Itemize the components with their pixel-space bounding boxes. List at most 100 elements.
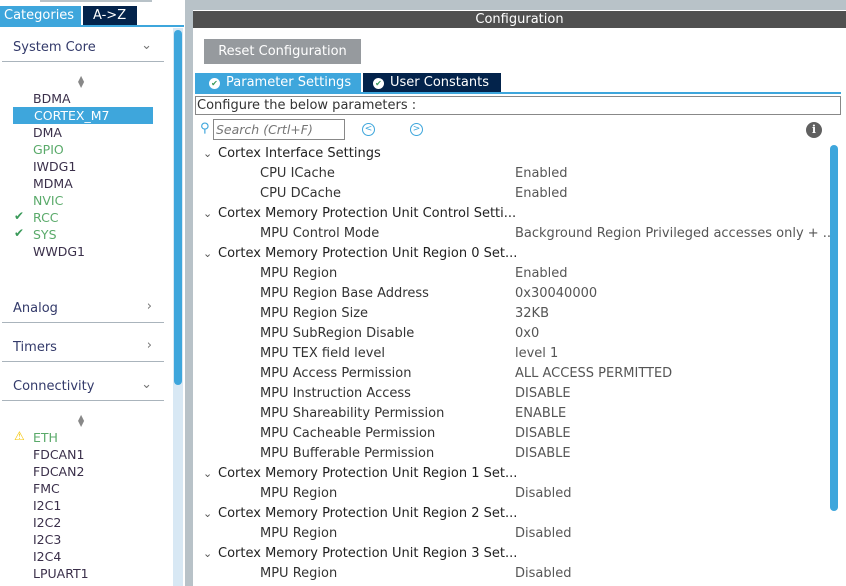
peripheral-bdma[interactable]: BDMA <box>33 90 71 107</box>
chevron-down-icon[interactable]: ⌄ <box>203 504 212 524</box>
parameter-group[interactable]: ⌄ Cortex Memory Protection Unit Region 2 … <box>195 504 825 524</box>
chevron-down-icon[interactable]: ⌄ <box>203 244 212 264</box>
parameter-name: MPU Region <box>260 486 338 501</box>
tab-user-constants[interactable]: ✔ User Constants <box>363 73 501 92</box>
peripheral-fdcan2[interactable]: FDCAN2 <box>33 463 84 480</box>
peripheral-i2c3[interactable]: I2C3 <box>33 531 61 548</box>
peripheral-sys[interactable]: SYS <box>33 226 57 243</box>
parameter-row[interactable]: MPU Instruction Access DISABLE <box>195 384 825 404</box>
parameter-row[interactable]: MPU Access Permission ALL ACCESS PERMITTE… <box>195 364 825 384</box>
peripheral-nvic[interactable]: NVIC <box>33 192 63 209</box>
parameter-row[interactable]: MPU Region Disabled <box>195 524 825 544</box>
tab-a-z[interactable]: A->Z <box>83 6 137 25</box>
next-result-icon[interactable]: > <box>410 123 423 136</box>
chevron-right-icon: › <box>146 299 152 314</box>
parameter-value[interactable]: DISABLE <box>515 384 571 404</box>
parameter-value[interactable]: Enabled <box>515 164 568 184</box>
parameter-row[interactable]: CPU DCache Enabled <box>195 184 825 204</box>
parameter-value[interactable]: 0x30040000 <box>515 284 597 304</box>
parameter-value[interactable]: Disabled <box>515 484 571 504</box>
group-label: Cortex Memory Protection Unit Region 3 S… <box>218 546 518 561</box>
peripheral-rcc[interactable]: RCC <box>33 209 59 226</box>
parameter-row[interactable]: MPU Cacheable Permission DISABLE <box>195 424 825 444</box>
category-timers[interactable]: Timers › <box>2 338 164 362</box>
category-connectivity[interactable]: Connectivity ⌄ <box>2 377 164 401</box>
parameter-name: MPU Bufferable Permission <box>260 446 435 461</box>
peripheral-wwdg1[interactable]: WWDG1 <box>33 243 85 260</box>
parameter-group[interactable]: ⌄ Cortex Memory Protection Unit Region 0 … <box>195 244 825 264</box>
parameter-group[interactable]: ⌄ Cortex Interface Settings <box>195 144 825 164</box>
peripheral-i2c2[interactable]: I2C2 <box>33 514 61 531</box>
check-icon: ✔ <box>14 226 25 240</box>
parameter-group[interactable]: ⌄ Cortex Memory Protection Unit Region 3 … <box>195 544 825 564</box>
parameter-row[interactable]: MPU SubRegion Disable 0x0 <box>195 324 825 344</box>
parameter-value[interactable]: Disabled <box>515 564 571 584</box>
peripheral-mdma[interactable]: MDMA <box>33 175 73 192</box>
parameter-name: MPU SubRegion Disable <box>260 326 415 341</box>
category-label: Analog <box>13 301 58 316</box>
left-scrollbar-thumb[interactable] <box>174 30 182 385</box>
parameter-value[interactable]: 0x0 <box>515 324 539 344</box>
parameter-value[interactable]: Enabled <box>515 264 568 284</box>
parameter-row[interactable]: MPU Bufferable Permission DISABLE <box>195 444 825 464</box>
tab-underline <box>195 92 841 94</box>
previous-result-icon[interactable]: < <box>362 123 375 136</box>
parameter-row[interactable]: MPU Region Enabled <box>195 264 825 284</box>
parameter-name: MPU Instruction Access <box>260 386 411 401</box>
parameter-value[interactable]: Enabled <box>515 184 568 204</box>
parameter-scrollbar[interactable] <box>830 145 838 511</box>
check-icon: ✔ <box>14 209 25 223</box>
peripheral-cortex_m7[interactable]: CORTEX_M7 <box>13 107 153 124</box>
sort-icon[interactable]: ▲ ▼ <box>78 414 84 428</box>
tab-categories[interactable]: Categories <box>0 6 81 25</box>
category-system-core[interactable]: System Core ⌄ <box>2 38 164 62</box>
parameter-row[interactable]: MPU Shareability Permission ENABLE <box>195 404 825 424</box>
parameter-name: MPU Region Size <box>260 306 369 321</box>
parameter-value[interactable]: 32KB <box>515 304 549 324</box>
parameter-row[interactable]: MPU TEX field level level 1 <box>195 344 825 364</box>
peripheral-dma[interactable]: DMA <box>33 124 62 141</box>
reset-configuration-button[interactable]: Reset Configuration <box>204 39 361 64</box>
parameter-group[interactable]: ⌄ Cortex Memory Protection Unit Control S… <box>195 204 825 224</box>
chevron-down-icon[interactable]: ⌄ <box>203 204 212 224</box>
parameter-row[interactable]: MPU Region Size 32KB <box>195 304 825 324</box>
panel-splitter[interactable] <box>185 0 193 586</box>
parameter-value[interactable]: ALL ACCESS PERMITTED <box>515 364 672 384</box>
parameter-value[interactable]: Disabled <box>515 524 571 544</box>
parameter-row[interactable]: MPU Region Disabled <box>195 564 825 584</box>
peripheral-i2c4[interactable]: I2C4 <box>33 548 61 565</box>
chevron-down-icon[interactable]: ⌄ <box>203 544 212 564</box>
parameter-value[interactable]: ENABLE <box>515 404 566 424</box>
chevron-down-icon[interactable]: ⌄ <box>203 144 212 164</box>
parameter-group[interactable]: ⌄ Cortex Memory Protection Unit Region 1 … <box>195 464 825 484</box>
parameter-name: MPU Region <box>260 566 338 581</box>
parameter-row[interactable]: MPU Control Mode Background Region Privil… <box>195 224 835 244</box>
parameter-value[interactable]: Background Region Privileged accesses on… <box>515 224 835 244</box>
peripheral-eth[interactable]: ETH <box>33 429 58 446</box>
info-icon[interactable]: i <box>806 122 822 138</box>
peripheral-fdcan1[interactable]: FDCAN1 <box>33 446 84 463</box>
category-label: System Core <box>13 40 96 55</box>
parameter-value[interactable]: DISABLE <box>515 424 571 444</box>
peripheral-iwdg1[interactable]: IWDG1 <box>33 158 76 175</box>
parameter-name: CPU ICache <box>260 166 335 181</box>
sort-icon[interactable]: ▲ ▼ <box>78 75 84 89</box>
configuration-title: Configuration <box>193 11 846 28</box>
top-border <box>193 0 846 10</box>
parameter-row[interactable]: MPU Region Disabled <box>195 484 825 504</box>
tab-underline <box>0 25 184 27</box>
parameter-row[interactable]: MPU Region Base Address 0x30040000 <box>195 284 825 304</box>
peripheral-lpuart1[interactable]: LPUART1 <box>33 565 89 582</box>
peripheral-i2c1[interactable]: I2C1 <box>33 497 61 514</box>
parameter-row[interactable]: CPU ICache Enabled <box>195 164 825 184</box>
parameter-value[interactable]: DISABLE <box>515 444 571 464</box>
search-input[interactable] <box>213 119 345 140</box>
category-analog[interactable]: Analog › <box>2 299 164 323</box>
tab-parameter-settings[interactable]: ✔ Parameter Settings <box>195 73 361 92</box>
parameter-name: MPU Control Mode <box>260 226 380 241</box>
parameter-value[interactable]: level 1 <box>515 344 558 364</box>
peripheral-gpio[interactable]: GPIO <box>33 141 64 158</box>
chevron-down-icon[interactable]: ⌄ <box>203 464 212 484</box>
peripheral-fmc[interactable]: FMC <box>33 480 60 497</box>
parameter-name: MPU Region Base Address <box>260 286 429 301</box>
